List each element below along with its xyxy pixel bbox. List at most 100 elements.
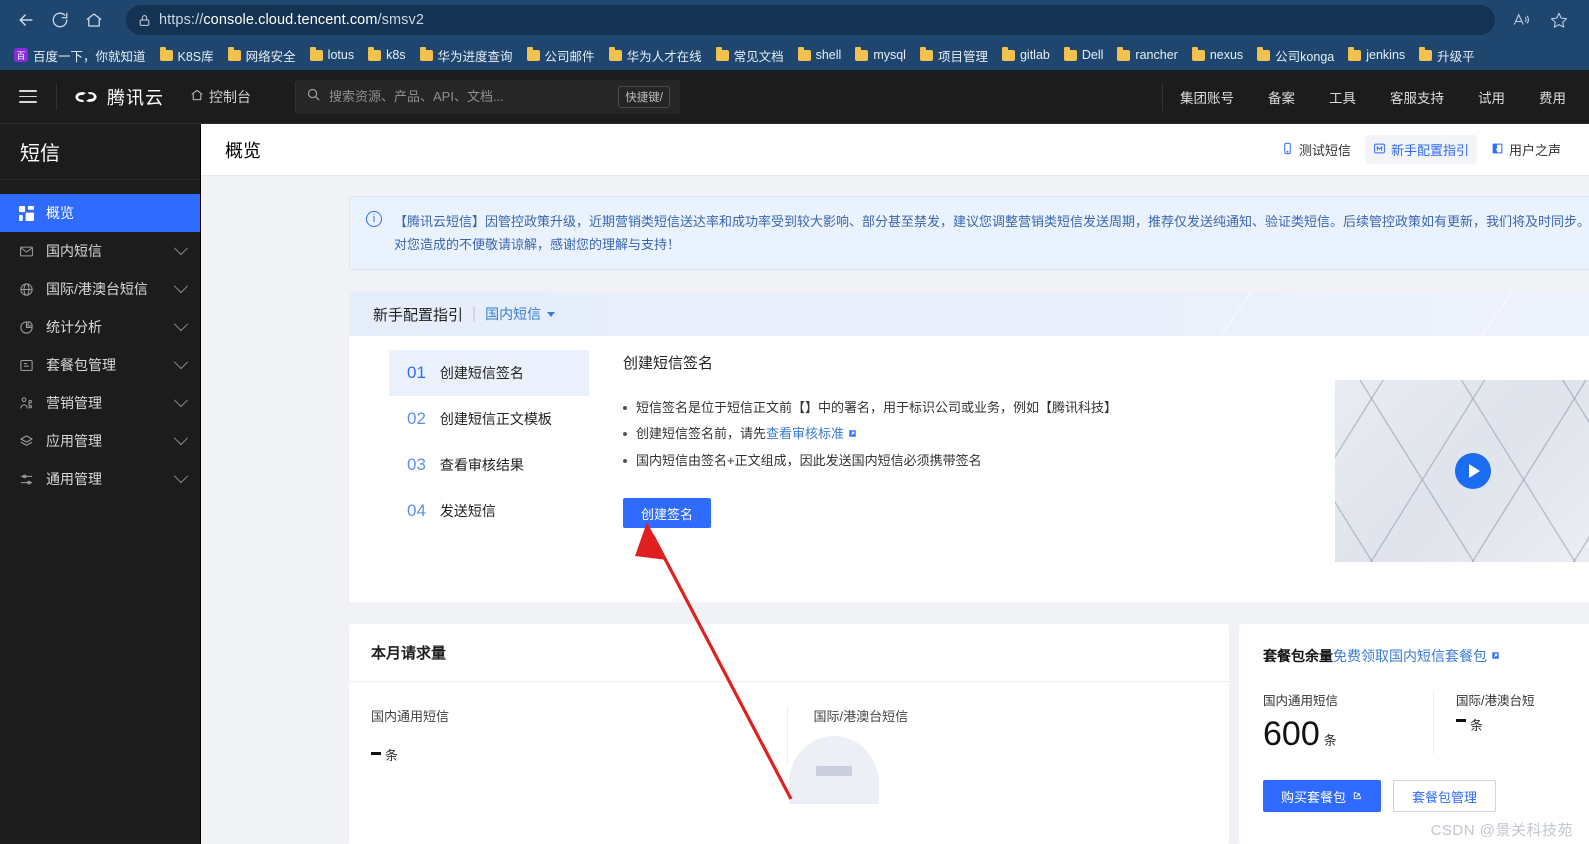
bookmark-item[interactable]: 百百度一下，你就知道 — [8, 44, 152, 67]
external-link-icon — [1490, 648, 1501, 664]
folder-icon — [1063, 46, 1077, 61]
folder-icon — [1419, 46, 1433, 61]
sidebar-item-label: 通用管理 — [46, 471, 102, 487]
bookmark-item[interactable]: K8S库 — [154, 44, 220, 67]
guide-step-01[interactable]: 01 创建短信签名 — [389, 350, 589, 396]
baidu-icon: 百 — [14, 48, 28, 62]
step-number: 04 — [407, 501, 426, 520]
bookmark-item[interactable]: lotus — [304, 46, 360, 64]
bookmark-item[interactable]: k8s — [362, 46, 411, 64]
bookmark-item[interactable]: rancher — [1111, 46, 1183, 64]
bookmark-item[interactable]: Dell — [1058, 46, 1110, 64]
guide-scope-dropdown[interactable]: 国内短信 — [485, 304, 556, 324]
bookmark-item[interactable]: 公司邮件 — [521, 44, 601, 67]
step-number: 03 — [407, 455, 426, 474]
bookmark-item[interactable]: 升级平 — [1413, 44, 1481, 67]
test-sms-label: 测试短信 — [1298, 143, 1351, 158]
page-header: 概览 测试短信 新手配置指引 用户之声 — [201, 124, 1589, 176]
sidebar-item-domestic-sms[interactable]: 国内短信 — [0, 232, 200, 270]
package-col-international: 国际/港澳台短 条 — [1433, 690, 1589, 754]
bookmark-item[interactable]: mysql — [849, 46, 912, 64]
bookmark-item[interactable]: shell — [792, 46, 848, 64]
console-label: 控制台 — [209, 88, 251, 105]
nav-link-icp[interactable]: 备案 — [1251, 87, 1312, 107]
bookmark-item[interactable]: 华为进度查询 — [414, 44, 519, 67]
package-value-group: 600 条 — [1263, 715, 1433, 754]
notice-text: 【腾讯云短信】因管控政策升级，近期营销类短信送达率和成功率受到较大影响、部分甚至… — [394, 214, 1589, 252]
bookmark-item[interactable]: 常见文档 — [710, 44, 790, 67]
bookmark-label: 百度一下，你就知道 — [33, 49, 146, 64]
free-package-link[interactable]: 免费领取国内短信套餐包 — [1333, 646, 1487, 666]
buy-package-button[interactable]: 购买套餐包 — [1263, 780, 1382, 812]
bookmark-item[interactable]: gitlab — [996, 46, 1056, 64]
global-search[interactable]: 快捷键/ — [295, 79, 680, 114]
folder-icon — [526, 46, 540, 61]
guide-step-03[interactable]: 03 查看审核结果 — [389, 442, 589, 488]
nav-link-billing[interactable]: 费用 — [1522, 87, 1583, 107]
stats-row: 本月请求量 国内通用短信 条 国际/港澳台短信 套餐包余量 免费领取国内短信套餐… — [349, 624, 1589, 844]
bookmark-label: 公司konga — [1275, 49, 1335, 64]
layers-icon — [18, 433, 34, 449]
sidebar-item-international-sms[interactable]: 国际/港澳台短信 — [0, 270, 200, 308]
step-number: 02 — [407, 409, 426, 428]
bookmark-item[interactable]: 公司konga — [1251, 44, 1340, 67]
star-icon[interactable] — [1543, 4, 1575, 36]
guide-step-04[interactable]: 04 发送短信 — [389, 488, 589, 534]
console-entry-link[interactable]: 控制台 — [190, 87, 251, 107]
read-aloud-icon[interactable] — [1505, 4, 1537, 36]
sidebar-item-label: 国际/港澳台短信 — [46, 281, 148, 297]
detail-bullet-text: 短信签名是位于短信正文前【】中的署名，用于标识公司或业务，例如【腾讯科技】 — [636, 400, 1118, 415]
step-label: 创建短信签名 — [439, 365, 524, 381]
sidebar-item-application[interactable]: 应用管理 — [0, 422, 200, 460]
package-icon — [18, 357, 34, 373]
bookmark-label: lotus — [327, 48, 355, 62]
package-columns: 国内通用短信 600 条 国际/港澳台短 条 — [1263, 690, 1589, 754]
nav-link-trial[interactable]: 试用 — [1461, 87, 1522, 107]
sidebar-item-package[interactable]: 套餐包管理 — [0, 346, 200, 384]
folder-icon — [1257, 46, 1271, 61]
nav-link-tools[interactable]: 工具 — [1312, 87, 1373, 107]
reload-icon[interactable] — [44, 4, 76, 36]
csdn-watermark: CSDN @景关科技苑 — [1430, 822, 1573, 839]
sidebar-item-statistics[interactable]: 统计分析 — [0, 308, 200, 346]
search-input[interactable] — [329, 89, 611, 104]
sidebar-item-marketing[interactable]: 营销管理 — [0, 384, 200, 422]
bookmark-item[interactable]: 网络安全 — [222, 44, 302, 67]
create-signature-button[interactable]: 创建签名 — [623, 498, 712, 528]
bookmark-item[interactable]: jenkins — [1342, 46, 1411, 64]
test-sms-button[interactable]: 测试短信 — [1273, 135, 1359, 164]
back-arrow-icon[interactable] — [10, 4, 42, 36]
detail-bullet-text: 创建短信签名前，请先 — [636, 426, 767, 441]
chevron-down-icon — [173, 279, 189, 294]
user-voice-button[interactable]: 用户之声 — [1483, 135, 1569, 164]
package-col-domestic: 国内通用短信 600 条 — [1263, 690, 1433, 754]
review-standard-link[interactable]: 查看审核标准 — [766, 426, 844, 441]
bookmark-item[interactable]: 项目管理 — [914, 44, 994, 67]
beginner-guide-button[interactable]: 新手配置指引 — [1364, 135, 1477, 164]
address-bar-text: https://console.cloud.tencent.com/smsv2 — [159, 12, 424, 28]
nav-link-group-account[interactable]: 集团账号 — [1163, 87, 1251, 107]
play-button-icon[interactable] — [1455, 453, 1491, 489]
folder-icon — [797, 46, 811, 61]
guide-video-thumbnail[interactable] — [1335, 380, 1589, 562]
search-shortcut-hint: 快捷键/ — [618, 85, 670, 108]
guide-step-02[interactable]: 02 创建短信正文模板 — [389, 396, 589, 442]
bookmark-item[interactable]: nexus — [1186, 46, 1249, 64]
chevron-down-icon — [173, 241, 189, 256]
bookmark-label: shell — [815, 48, 842, 62]
lock-icon — [138, 14, 151, 27]
hamburger-menu-icon[interactable] — [0, 70, 56, 124]
volume-col-domestic: 国内通用短信 条 — [349, 706, 787, 764]
brand-logo-group[interactable]: 腾讯云 — [56, 83, 164, 110]
manage-package-button[interactable]: 套餐包管理 — [1393, 780, 1497, 812]
browser-toolbar: https://console.cloud.tencent.com/smsv2 — [0, 0, 1589, 40]
home-icon[interactable] — [78, 4, 110, 36]
sidebar-item-general[interactable]: 通用管理 — [0, 460, 200, 498]
nav-link-support[interactable]: 客服支持 — [1373, 87, 1461, 107]
sidebar-item-overview[interactable]: 概览 — [0, 194, 200, 232]
pie-chart-icon — [18, 319, 34, 335]
folder-icon — [368, 46, 382, 61]
bookmark-item[interactable]: 华为人才在线 — [603, 44, 708, 67]
guide-title-separator: | — [472, 305, 477, 322]
address-bar[interactable]: https://console.cloud.tencent.com/smsv2 — [126, 5, 1495, 35]
